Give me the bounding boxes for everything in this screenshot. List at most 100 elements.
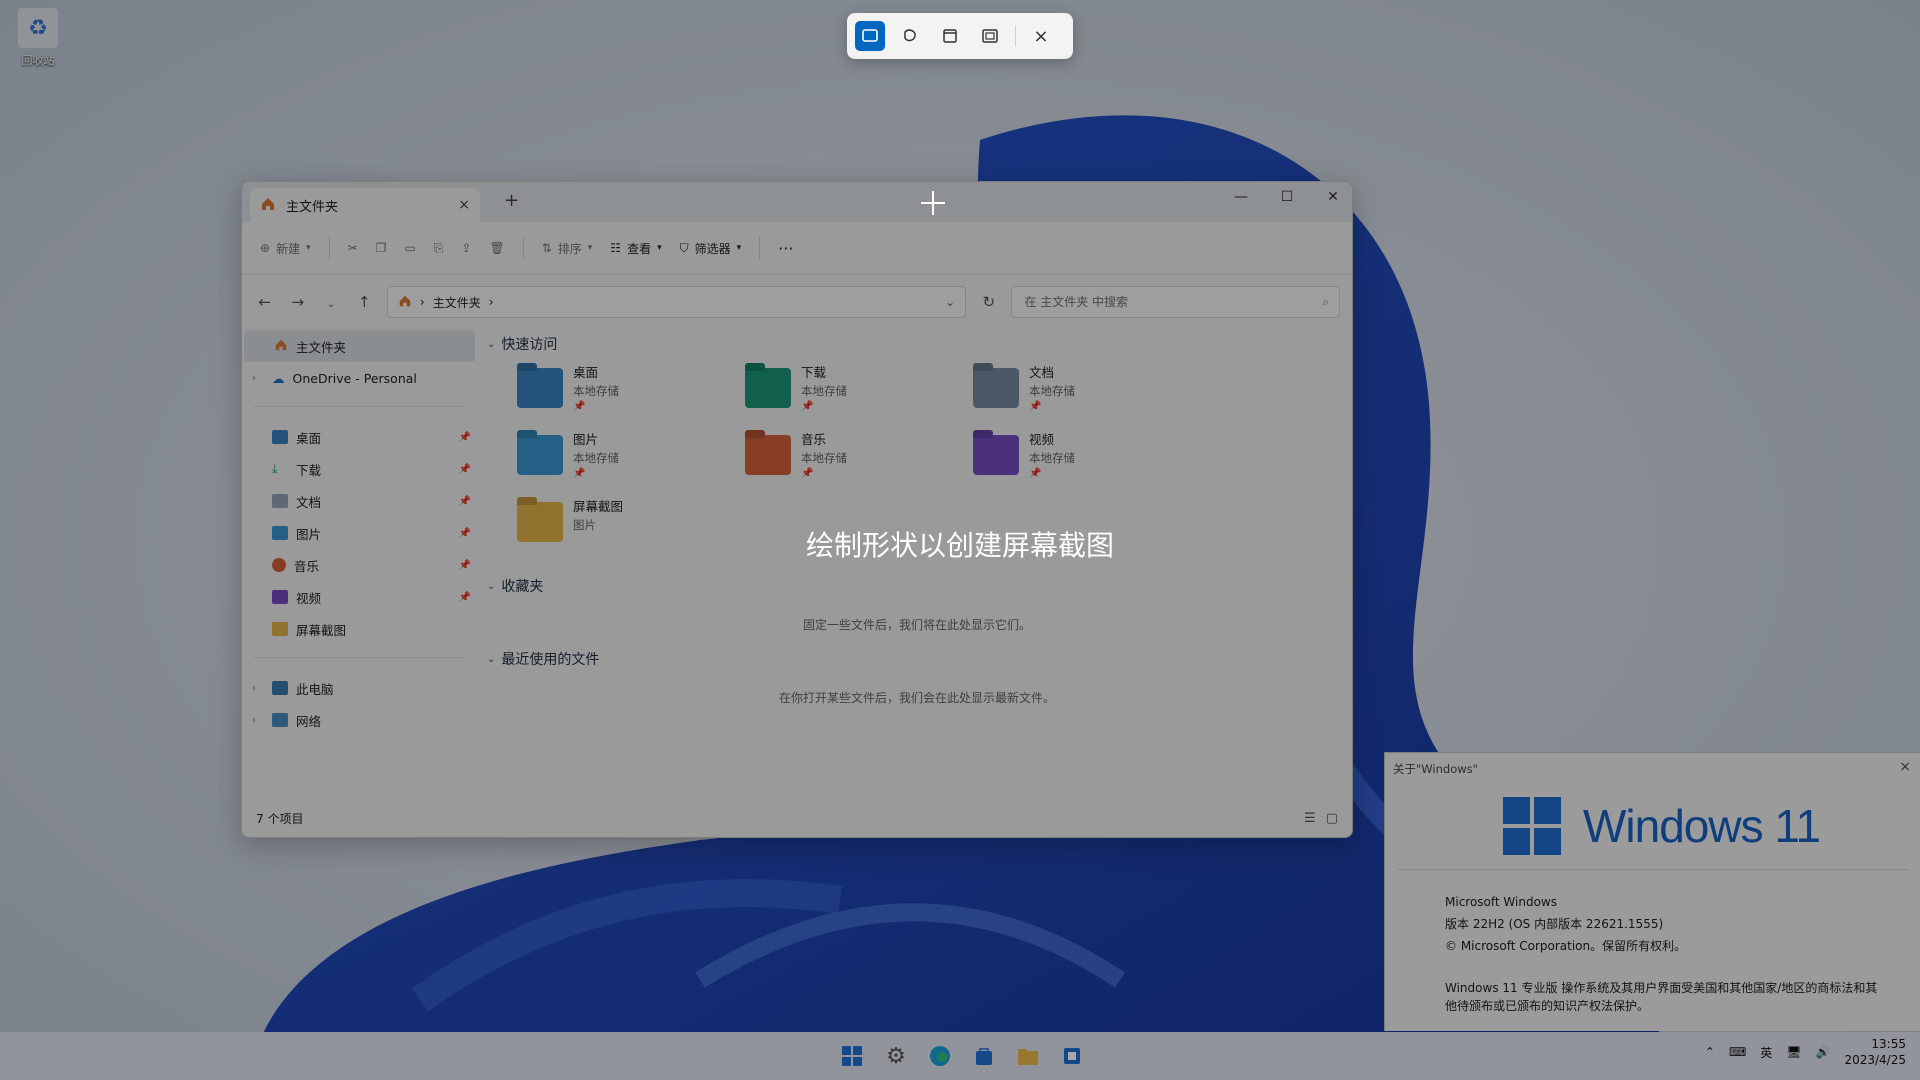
back-button[interactable]: ← — [254, 293, 275, 311]
recycle-bin-label: 回收站 — [21, 54, 55, 67]
recent-files-header[interactable]: ⌄ 最近使用的文件 — [487, 649, 599, 669]
rectangle-snip-icon — [862, 29, 878, 42]
tile-name: 屏幕截图 — [573, 499, 624, 514]
address-bar[interactable]: › 主文件夹 › ⌄ — [386, 286, 967, 318]
sidebar-item-label: 文档 — [296, 494, 322, 510]
new-tab-button[interactable]: + — [504, 190, 519, 211]
chevron-down-icon: ▾ — [306, 243, 311, 253]
tile-sub: 本地存储 — [1029, 451, 1075, 465]
window-snip-button[interactable] — [935, 21, 965, 51]
recent-empty-message: 在你打开某些文件后，我们会在此处显示最新文件。 — [778, 691, 1055, 705]
share-button[interactable]: ⇪ — [461, 241, 471, 255]
view-icon: ☷ — [610, 241, 622, 255]
breadcrumb-separator[interactable]: › — [420, 295, 425, 309]
new-button[interactable]: ⊕ 新建 ▾ — [260, 240, 311, 257]
sidebar-item-videos[interactable]: 视频 📌 — [242, 581, 477, 613]
view-button[interactable]: ☷ 查看 ▾ — [610, 240, 661, 257]
folder-icon — [272, 622, 288, 636]
minimize-button[interactable]: — — [1218, 182, 1264, 212]
address-history-chevron-icon[interactable]: ⌄ — [945, 295, 955, 309]
breadcrumb-separator[interactable]: › — [489, 295, 494, 309]
favorites-header[interactable]: ⌄ 收藏夹 — [487, 576, 543, 596]
sidebar-item-home[interactable]: 主文件夹 — [244, 330, 475, 362]
sidebar-item-this-pc[interactable]: › 此电脑 — [242, 672, 477, 704]
tile-name: 视频 — [1029, 432, 1055, 447]
more-options-button[interactable]: ··· — [778, 239, 793, 258]
sidebar-item-onedrive[interactable]: › ☁ OneDrive - Personal — [242, 362, 477, 394]
section-title: 收藏夹 — [501, 579, 544, 595]
snip-close-button[interactable]: × — [1026, 21, 1056, 51]
pin-icon: 📌 — [458, 495, 471, 507]
paste-button[interactable]: ▭ — [404, 241, 415, 255]
address-row: ← → ⌄ ↑ › 主文件夹 › ⌄ ↻ ⌕ — [242, 275, 1352, 329]
rectangle-snip-button[interactable] — [855, 21, 885, 51]
sidebar-item-label: 网络 — [296, 713, 322, 729]
refresh-button[interactable]: ↻ — [978, 293, 999, 311]
chevron-right-icon[interactable]: › — [252, 373, 264, 384]
pin-icon: 📌 — [801, 401, 814, 412]
tile-name: 图片 — [573, 432, 599, 447]
legal-text: Windows 11 专业版 操作系统及其用户界面受美国和其他国家/地区的商标法… — [1445, 981, 1878, 1013]
chevron-down-icon: ⌄ — [326, 299, 336, 310]
sidebar-item-network[interactable]: › 网络 — [242, 704, 477, 736]
file-explorer-window: 主文件夹 × + — ☐ ✕ ⊕ 新建 ▾ ✂ ❐ ▭ ⎘ ⇪ 🗑 ⇅ 排序 ▾… — [241, 181, 1353, 838]
sidebar-item-screenshots[interactable]: 屏幕截图 — [242, 613, 477, 645]
sidebar-item-desktop[interactable]: 桌面 📌 — [242, 421, 477, 453]
breadcrumb-home[interactable]: 主文件夹 — [433, 294, 481, 311]
search-input[interactable] — [1022, 294, 1323, 310]
tab-close-button[interactable]: × — [458, 197, 470, 213]
section-title: 快速访问 — [501, 337, 558, 353]
folder-tile-music[interactable]: 音乐 本地存储 📌 — [745, 429, 965, 489]
sidebar-item-downloads[interactable]: ⤓ 下载 📌 — [242, 453, 477, 485]
sidebar-item-label: 主文件夹 — [296, 339, 347, 355]
search-box[interactable]: ⌕ — [1011, 286, 1341, 318]
tile-sub: 本地存储 — [1029, 384, 1075, 398]
new-label: 新建 — [276, 241, 301, 256]
explorer-titlebar: 主文件夹 × + — ☐ ✕ — [242, 182, 1352, 222]
share-icon: ⇪ — [461, 241, 472, 255]
sidebar-item-label: 屏幕截图 — [296, 622, 347, 638]
sort-label: 排序 — [557, 241, 582, 256]
arrow-left-icon: ← — [258, 293, 271, 311]
chevron-right-icon[interactable]: › — [252, 715, 264, 726]
close-window-button[interactable]: ✕ — [1310, 182, 1352, 212]
filter-button[interactable]: ⛉ 筛选器 ▾ — [680, 240, 742, 257]
folder-tile-videos[interactable]: 视频 本地存储 📌 — [973, 429, 1193, 489]
folder-tile-desktop[interactable]: 桌面 本地存储 📌 — [517, 362, 737, 422]
forward-button[interactable]: → — [287, 293, 308, 311]
chevron-right-icon[interactable]: › — [252, 683, 264, 694]
quick-access-header[interactable]: ⌄ 快速访问 — [487, 334, 557, 354]
documents-folder-icon — [973, 368, 1019, 408]
windows-logo-icon — [1503, 797, 1561, 855]
copy-button[interactable]: ❐ — [376, 241, 387, 255]
tab-home[interactable]: 主文件夹 × — [250, 188, 480, 222]
videos-folder-icon — [973, 435, 1019, 475]
freeform-snip-button[interactable] — [895, 21, 925, 51]
copyright-line: © Microsoft Corporation。保留所有权利。 — [1445, 939, 1687, 953]
details-view-icon[interactable]: ☰ — [1304, 811, 1316, 826]
tiles-view-icon[interactable]: ▢ — [1326, 811, 1338, 826]
sort-button[interactable]: ⇅ 排序 ▾ — [542, 240, 593, 257]
item-count: 7 个项目 — [256, 811, 304, 826]
delete-button[interactable]: 🗑 — [489, 241, 504, 255]
filter-icon: ⛉ — [679, 240, 689, 255]
maximize-button[interactable]: ☐ — [1264, 182, 1310, 212]
video-icon — [272, 590, 288, 604]
windows-logo: Windows 11 — [1503, 797, 1821, 855]
music-folder-icon — [745, 435, 791, 475]
sidebar-item-documents[interactable]: 文档 📌 — [242, 485, 477, 517]
network-icon — [272, 713, 288, 727]
recycle-bin[interactable]: ♻ 回收站 — [12, 8, 64, 68]
rename-button[interactable]: ⎘ — [434, 241, 444, 256]
folder-tile-downloads[interactable]: 下载 本地存储 📌 — [745, 362, 965, 422]
recycle-bin-icon: ♻ — [18, 8, 58, 48]
sidebar-item-label: 视频 — [296, 590, 322, 606]
fullscreen-snip-button[interactable] — [975, 21, 1005, 51]
up-button[interactable]: ↑ — [354, 293, 375, 311]
status-bar: 7 个项目 ☰ ▢ — [242, 799, 1352, 837]
cut-button[interactable]: ✂ — [348, 241, 358, 255]
folder-tile-pictures[interactable]: 图片 本地存储 📌 — [517, 429, 737, 489]
dialog-close-button[interactable]: × — [1899, 759, 1911, 775]
folder-tile-documents[interactable]: 文档 本地存储 📌 — [973, 362, 1193, 422]
recent-locations-button[interactable]: ⌄ — [320, 293, 341, 311]
